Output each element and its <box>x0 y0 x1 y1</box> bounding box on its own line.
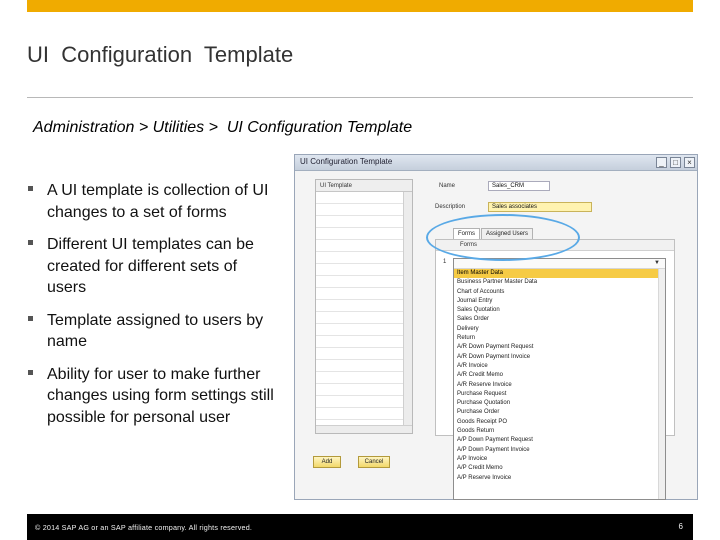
list-item[interactable] <box>316 324 412 336</box>
dropdown-item[interactable]: A/R Reserve Invoice <box>454 381 665 390</box>
bullet-text: Different UI templates can be created fo… <box>47 236 254 296</box>
menu-path: Administration > Utilities > UI Configur… <box>33 119 413 136</box>
template-list-hscrollbar[interactable] <box>316 425 412 433</box>
dropdown-item[interactable]: A/P Credit Memo <box>454 464 665 473</box>
description-field[interactable]: Sales associates <box>488 202 592 212</box>
list-item[interactable] <box>316 228 412 240</box>
dropdown-item[interactable]: Item Master Data <box>454 269 665 279</box>
dropdown-item[interactable]: A/P Down Payment Invoice <box>454 446 665 455</box>
list-item[interactable] <box>316 240 412 252</box>
list-item[interactable] <box>316 372 412 384</box>
list-item[interactable] <box>316 288 412 300</box>
dropdown-item[interactable]: Goods Receipt PO <box>454 418 665 427</box>
dropdown-item[interactable]: Return <box>454 334 665 343</box>
list-item[interactable] <box>316 348 412 360</box>
bullet-item: Template assigned to users by name <box>28 310 278 353</box>
bullet-text: Ability for user to make further changes… <box>47 365 274 426</box>
list-item[interactable] <box>316 204 412 216</box>
name-label: Name <box>439 183 456 189</box>
accent-bar <box>27 0 693 12</box>
dropdown-item[interactable]: Purchase Request <box>454 390 665 399</box>
list-item[interactable] <box>316 396 412 408</box>
dropdown-item[interactable]: A/P Reserve Invoice <box>454 474 665 483</box>
dropdown-item[interactable]: Chart of Accounts <box>454 288 665 297</box>
close-icon[interactable]: × <box>684 157 695 168</box>
bullet-square-icon <box>28 240 33 245</box>
dropdown-item[interactable]: A/R Down Payment Request <box>454 343 665 352</box>
template-list-rows <box>316 192 412 420</box>
template-list-header: UI Template <box>316 180 412 192</box>
dropdown-item[interactable]: Sales Order <box>454 315 665 324</box>
maximize-icon[interactable]: □ <box>670 157 681 168</box>
dropdown-item[interactable]: A/P Down Payment Request <box>454 436 665 445</box>
footer-bar: © 2014 SAP AG or an SAP affiliate compan… <box>27 514 693 540</box>
dropdown-items: Item Master Data Business Partner Master … <box>454 269 665 483</box>
bullet-text: A UI template is collection of UI change… <box>47 182 269 221</box>
page-number: 6 <box>678 522 683 531</box>
list-item[interactable] <box>316 384 412 396</box>
list-item[interactable] <box>316 408 412 420</box>
name-field[interactable]: Sales_CRM <box>488 181 550 191</box>
dropdown-item[interactable]: A/R Credit Memo <box>454 371 665 380</box>
dropdown-item[interactable]: A/R Down Payment Invoice <box>454 353 665 362</box>
dropdown-item[interactable]: Purchase Order <box>454 408 665 417</box>
bullet-item: Different UI templates can be created fo… <box>28 234 278 299</box>
bullet-square-icon <box>28 315 33 321</box>
bullet-list: A UI template is collection of UI change… <box>28 180 278 439</box>
window-titlebar[interactable]: UI Configuration Template _ □ × <box>295 155 697 171</box>
list-item[interactable] <box>316 360 412 372</box>
bullet-square-icon <box>28 369 33 375</box>
description-label: Description <box>435 204 466 210</box>
dropdown-scrollbar[interactable] <box>658 269 665 499</box>
row-number: 1 <box>443 259 447 265</box>
list-item[interactable] <box>316 300 412 312</box>
cancel-button[interactable]: Cancel <box>358 456 390 468</box>
bullet-item: Ability for user to make further changes… <box>28 364 278 429</box>
window-title: UI Configuration Template <box>300 157 393 166</box>
chevron-down-icon[interactable]: ▼ <box>654 260 660 266</box>
bullet-square-icon <box>28 186 33 191</box>
dropdown-item[interactable]: Delivery <box>454 325 665 334</box>
minimize-icon[interactable]: _ <box>656 157 667 168</box>
template-list-scrollbar[interactable] <box>403 192 412 425</box>
dropdown-item[interactable]: Goods Return <box>454 427 665 436</box>
list-item[interactable] <box>316 192 412 204</box>
bullet-item: A UI template is collection of UI change… <box>28 180 278 223</box>
list-item[interactable] <box>316 216 412 228</box>
list-item[interactable] <box>316 264 412 276</box>
dropdown-item[interactable]: A/R Invoice <box>454 362 665 371</box>
dropdown-item[interactable]: Sales Quotation <box>454 306 665 315</box>
title-divider <box>27 97 693 98</box>
list-item[interactable] <box>316 312 412 324</box>
bullet-text: Template assigned to users by name <box>47 311 264 351</box>
slide-title: UI Configuration Template <box>27 42 294 67</box>
dropdown-item[interactable]: A/P Invoice <box>454 455 665 464</box>
highlight-circle <box>426 214 580 261</box>
list-item[interactable] <box>316 252 412 264</box>
copyright-text: © 2014 SAP AG or an SAP affiliate compan… <box>35 523 253 532</box>
dropdown-item[interactable]: Business Partner Master Data <box>454 278 665 287</box>
dropdown-item[interactable]: Journal Entry <box>454 297 665 306</box>
add-button[interactable]: Add <box>313 456 341 468</box>
dropdown-header[interactable]: ▼ <box>454 259 665 269</box>
dropdown-item[interactable]: Purchase Quotation <box>454 399 665 408</box>
template-list[interactable]: UI Template <box>315 179 413 434</box>
list-item[interactable] <box>316 276 412 288</box>
list-item[interactable] <box>316 336 412 348</box>
forms-dropdown-list[interactable]: ▼ Item Master Data Business Partner Maste… <box>453 258 666 500</box>
